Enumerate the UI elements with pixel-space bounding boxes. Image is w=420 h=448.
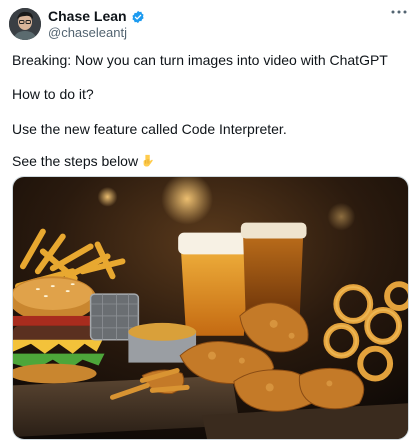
more-options-button[interactable] xyxy=(388,4,410,20)
pointing-down-hand-emoji-icon xyxy=(141,154,155,168)
verified-badge-icon xyxy=(131,10,145,24)
tweet-text-line-content: See the steps below xyxy=(12,153,139,169)
author-handle[interactable]: @chaseleantj xyxy=(48,25,127,41)
tweet-card: Chase Lean @chaseleantj Breaking: Now yo… xyxy=(0,0,420,448)
more-dots-icon xyxy=(391,10,407,14)
tweet-text-line: Use the new feature called Code Interpre… xyxy=(12,121,287,137)
avatar[interactable] xyxy=(9,8,41,40)
tweet-media-image[interactable] xyxy=(12,176,409,440)
food-photo-icon xyxy=(13,177,408,439)
tweet-text-line: Breaking: Now you can turn images into v… xyxy=(12,52,388,68)
author-name[interactable]: Chase Lean xyxy=(48,8,145,25)
author-name-text[interactable]: Chase Lean xyxy=(48,8,127,25)
tweet-text-line: See the steps below xyxy=(12,152,155,170)
tweet-text-line: How to do it? xyxy=(12,86,94,102)
